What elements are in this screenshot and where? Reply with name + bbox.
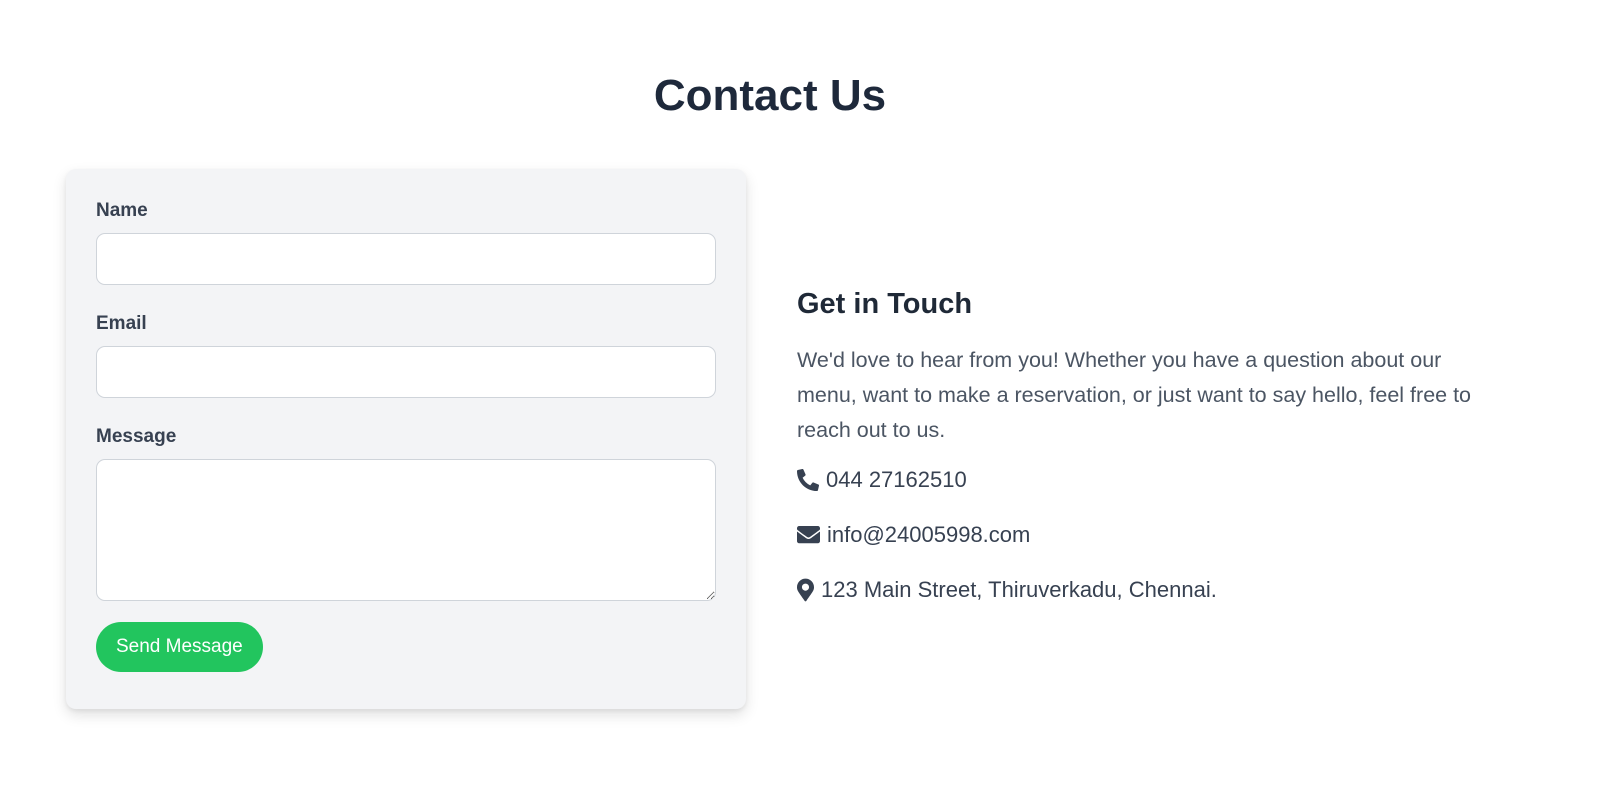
message-textarea[interactable] [96,459,716,601]
address-text: 123 Main Street, Thiruverkadu, Chennai. [821,577,1217,602]
map-marker-icon [797,578,814,602]
contact-page: Contact Us Name Email Message Send Messa… [0,0,1602,800]
name-input[interactable] [96,233,716,285]
email-line: info@24005998.com [797,520,1497,550]
phone-icon [797,469,819,491]
phone-line: 044 27162510 [797,465,1497,495]
email-input[interactable] [96,346,716,398]
contact-info: Get in Touch We'd love to hear from you!… [797,285,1497,630]
page-title: Contact Us [653,71,887,120]
message-label: Message [96,426,177,447]
email-label: Email [96,313,147,334]
email-text: info@24005998.com [827,522,1031,547]
contact-form: Name Email Message Send Message [66,169,746,709]
name-label: Name [96,200,148,221]
address-line: 123 Main Street, Thiruverkadu, Chennai. [797,575,1497,605]
phone-text: 044 27162510 [826,467,967,492]
get-in-touch-heading: Get in Touch [797,288,973,320]
contact-description: We'd love to hear from you! Whether you … [797,348,1472,442]
envelope-icon [797,526,820,544]
send-message-button[interactable]: Send Message [96,622,263,672]
